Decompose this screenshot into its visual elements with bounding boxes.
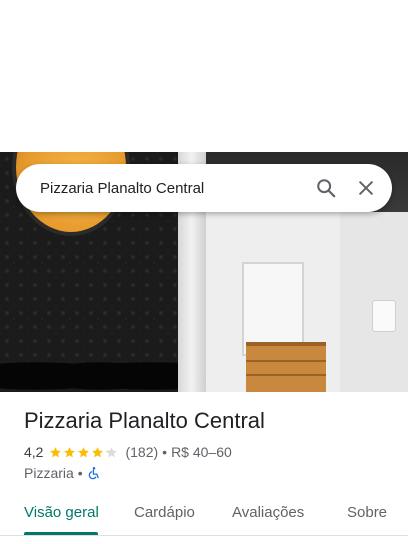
star-icon	[106, 446, 118, 457]
tab-divider	[0, 535, 408, 536]
separator: •	[162, 444, 168, 460]
tab-overview[interactable]: Visão geral	[24, 504, 99, 521]
close-button[interactable]	[346, 164, 386, 212]
star-icon	[64, 446, 76, 457]
star-icon	[78, 446, 90, 457]
rating-value: 4,2	[24, 444, 44, 460]
separator: •	[77, 465, 83, 481]
rating-stars	[49, 446, 119, 459]
search-icon	[317, 179, 336, 198]
price-range: R$ 40–60	[171, 444, 232, 460]
wheelchair-icon	[88, 467, 99, 480]
search-button[interactable]	[306, 164, 346, 212]
tab-reviews[interactable]: Avaliações	[232, 504, 304, 521]
search-input[interactable]: Pizzaria Planalto Central	[40, 180, 306, 197]
tab-bar: Visão geral Cardápio Avaliações Sobre	[0, 496, 408, 534]
star-icon	[50, 446, 62, 457]
place-category: Pizzaria	[24, 465, 74, 481]
search-bar[interactable]: Pizzaria Planalto Central	[16, 164, 392, 212]
category-row: Pizzaria •	[24, 465, 101, 481]
soap-dispenser	[372, 300, 396, 332]
place-title: Pizzaria Planalto Central	[24, 408, 265, 433]
review-count[interactable]: (182)	[125, 444, 158, 460]
tab-menu[interactable]: Cardápio	[134, 504, 195, 521]
chairs	[0, 352, 180, 392]
blank-area	[0, 0, 408, 152]
rating-row[interactable]: 4,2 (182) • R$ 40–60	[24, 444, 232, 460]
tab-about[interactable]: Sobre	[347, 504, 387, 521]
wooden-counter	[246, 342, 326, 392]
star-icon	[92, 446, 104, 457]
close-icon	[359, 181, 373, 195]
